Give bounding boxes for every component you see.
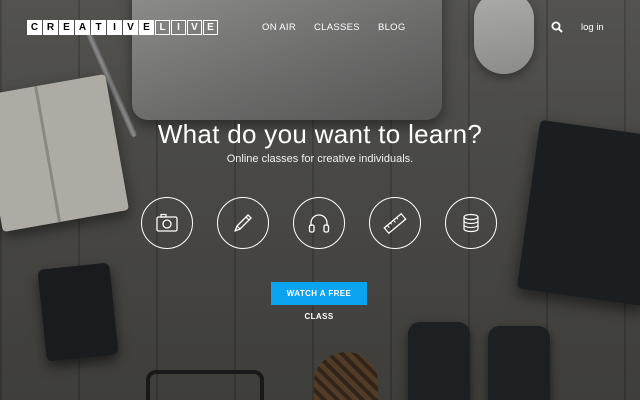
logo-letter: E	[139, 20, 154, 35]
logo-letter: R	[43, 20, 58, 35]
logo-letter: A	[75, 20, 90, 35]
camera-icon	[156, 213, 178, 232]
main-nav: ON AIR CLASSES BLOG	[262, 22, 406, 33]
pencil-icon	[234, 214, 252, 232]
logo-letter: V	[187, 20, 202, 35]
watch-free-class-button[interactable]: WATCH A FREE CLASS	[271, 282, 367, 321]
logo-letter: E	[59, 20, 74, 35]
login-link[interactable]: log in	[581, 22, 604, 33]
logo[interactable]: C R E A T I V E L I V E	[27, 20, 218, 35]
category-photography[interactable]	[141, 197, 193, 249]
logo-letter: T	[91, 20, 106, 35]
logo-letter: V	[123, 20, 138, 35]
hero-subtitle: Online classes for creative individuals.	[226, 153, 414, 165]
logo-letter: E	[203, 20, 218, 35]
logo-letter: C	[27, 20, 42, 35]
category-money-life[interactable]	[445, 197, 497, 249]
logo-letter: L	[155, 20, 170, 35]
logo-letter: I	[107, 20, 122, 35]
headphones-icon	[308, 214, 330, 233]
category-music-audio[interactable]	[293, 197, 345, 249]
hero-title: What do you want to learn?	[157, 119, 483, 149]
search-icon[interactable]	[551, 21, 563, 33]
nav-item-blog[interactable]: BLOG	[378, 22, 406, 33]
nav-item-on-air[interactable]: ON AIR	[262, 22, 296, 33]
category-art-design[interactable]	[217, 197, 269, 249]
coins-icon	[463, 213, 479, 233]
category-craft-maker[interactable]	[369, 197, 421, 249]
nav-item-classes[interactable]: CLASSES	[314, 22, 360, 33]
ruler-icon	[383, 212, 407, 235]
logo-letter: I	[171, 20, 186, 35]
category-icons	[141, 197, 497, 249]
